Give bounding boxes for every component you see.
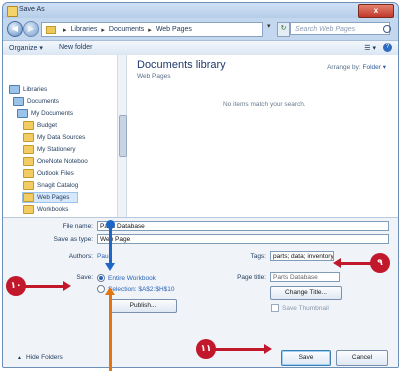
refresh-icon[interactable]: ↻ — [277, 22, 290, 37]
help-icon[interactable]: ? — [383, 43, 392, 52]
tree-item-onenote[interactable]: OneNote Noteboo — [23, 157, 88, 166]
save-thumbnail-checkbox: Save Thumbnail — [271, 304, 329, 312]
arrange-by[interactable]: Arrange by: Folder ▾ — [327, 63, 386, 71]
radio-dot — [97, 285, 105, 293]
breadcrumb-web-pages[interactable]: Web Pages — [156, 26, 192, 33]
orange-callout-arrowhead — [105, 287, 115, 295]
folder-icon — [23, 133, 34, 142]
window-title: Save As — [19, 6, 45, 13]
library-subtitle: Web Pages — [137, 73, 171, 80]
save-label: Save: — [76, 274, 93, 281]
folder-icon — [23, 193, 34, 202]
folder-icon — [23, 145, 34, 154]
folder-icon — [23, 181, 34, 190]
folder-icon — [46, 25, 56, 34]
address-bar[interactable]: ▸ Libraries ▸ Documents ▸ Web Pages — [41, 22, 263, 37]
arrange-by-value[interactable]: Folder ▾ — [363, 64, 387, 71]
tree-item-my-stationery[interactable]: My Stationery — [23, 145, 76, 154]
page-title-label: Page title: — [237, 274, 266, 281]
library-icon — [9, 85, 20, 94]
documents-icon — [17, 109, 28, 118]
close-button[interactable]: x — [358, 4, 394, 18]
breadcrumb-libraries[interactable]: Libraries — [71, 26, 98, 33]
back-arrow-icon[interactable]: ◀ — [7, 21, 23, 37]
breadcrumb-documents[interactable]: Documents — [109, 26, 144, 33]
tree-item-web-pages[interactable]: Web Pages — [22, 192, 79, 203]
organize-menu[interactable]: Organize ▾ — [9, 44, 43, 52]
chevron-up-icon: ▲ — [17, 354, 22, 361]
tags-field[interactable]: parts; data; inventory — [270, 251, 334, 261]
save-as-type-select[interactable]: Web Page — [97, 234, 389, 244]
navigation-pane: Libraries Documents My Documents Budget … — [3, 55, 127, 217]
hide-folders-toggle[interactable]: ▲ Hide Folders — [17, 354, 63, 361]
blue-callout-arrowhead — [105, 263, 115, 271]
publish-button[interactable]: Publish... — [109, 299, 177, 313]
step-9-arrow-line — [340, 262, 372, 265]
save-as-dialog: Save As x ◀ ▶ ▸ Libraries ▸ Documents ▸ … — [2, 2, 399, 368]
new-folder-button[interactable]: New folder — [59, 44, 92, 51]
folder-icon — [23, 205, 34, 214]
step-10-arrowhead — [63, 281, 71, 291]
tree-item-budget[interactable]: Budget — [23, 121, 57, 130]
step-9-arrowhead — [333, 258, 341, 268]
step-11-arrowhead — [264, 344, 272, 354]
title-bar: Save As x — [3, 3, 398, 18]
file-list-pane: Documents library Web Pages Arrange by: … — [127, 55, 398, 217]
library-title: Documents library — [137, 59, 226, 71]
checkbox-box — [271, 304, 279, 312]
navigation-bar: ◀ ▶ ▸ Libraries ▸ Documents ▸ Web Pages … — [3, 18, 398, 40]
step-10-marker: ١٠ — [6, 276, 26, 296]
command-bar: Organize ▾ New folder ☰ ▾ ? — [3, 40, 398, 56]
tree-item-libraries[interactable]: Libraries — [9, 85, 47, 94]
authors-label: Authors: — [68, 253, 93, 260]
cancel-button[interactable]: Cancel — [336, 350, 388, 366]
step-10-arrow-line — [24, 285, 64, 288]
file-name-label: File name: — [62, 223, 93, 230]
search-icon — [383, 25, 391, 33]
empty-message: No items match your search. — [223, 101, 306, 108]
tree-item-my-documents[interactable]: My Documents — [17, 109, 73, 118]
forward-arrow-icon[interactable]: ▶ — [23, 21, 39, 37]
tags-label: Tags: — [250, 253, 266, 260]
folder-icon — [23, 157, 34, 166]
blue-callout-line — [109, 227, 112, 265]
save-as-type-label: Save as type: — [53, 236, 93, 243]
views-menu[interactable]: ☰ ▾ — [364, 44, 376, 52]
file-name-field[interactable]: Parts Database — [97, 221, 389, 231]
page-title-field: Parts Database — [270, 272, 340, 282]
tree-item-outlook-files[interactable]: Outlook Files — [23, 169, 74, 178]
orange-callout-line — [109, 295, 112, 371]
tree-item-documents[interactable]: Documents — [13, 97, 59, 106]
navigation-scrollbar[interactable] — [117, 55, 127, 217]
tree-item-workbooks[interactable]: Workbooks — [23, 205, 68, 214]
folder-icon — [23, 121, 34, 130]
save-button[interactable]: Save — [281, 350, 331, 366]
step-11-arrow-line — [215, 348, 265, 351]
radio-entire-workbook[interactable]: Entire Workbook — [97, 274, 156, 282]
scrollbar-thumb[interactable] — [119, 115, 127, 157]
change-title-button[interactable]: Change Title... — [270, 286, 342, 300]
search-input[interactable]: Search Web Pages — [290, 22, 390, 35]
excel-app-icon — [7, 6, 18, 17]
tree-item-my-data-sources[interactable]: My Data Sources — [23, 133, 85, 142]
step-11-marker: ١١ — [196, 339, 216, 359]
folder-icon — [23, 169, 34, 178]
library-icon — [13, 97, 24, 106]
step-9-marker: ٩ — [370, 253, 390, 273]
tree-item-snagit-catalog[interactable]: Snagit Catalog — [23, 181, 78, 190]
radio-dot — [97, 274, 105, 282]
address-dropdown-icon[interactable]: ▾ — [267, 22, 271, 30]
